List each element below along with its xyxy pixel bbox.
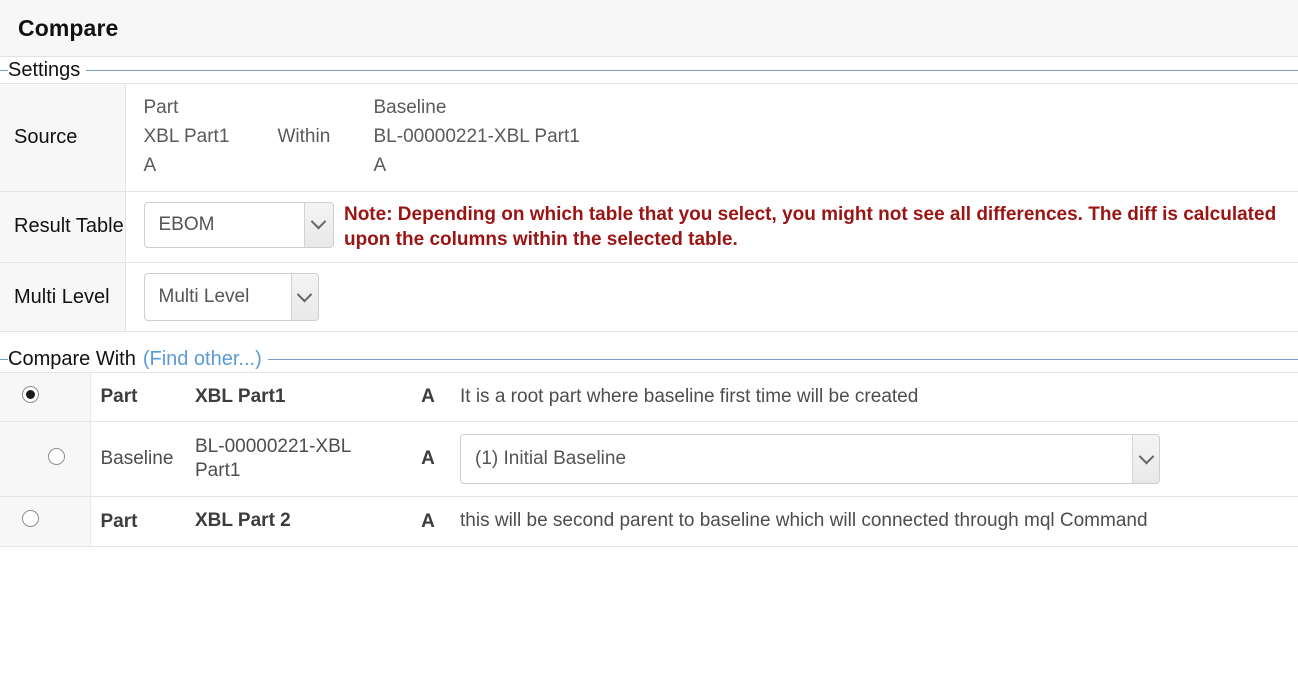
result-table-select[interactable]: EBOM xyxy=(144,202,334,248)
compare-with-legend-label: Compare With xyxy=(8,348,136,371)
row-type: Part xyxy=(90,497,195,546)
source-value-cell: Part XBL Part1 A Within Baseline BL-0000… xyxy=(125,84,1298,192)
group-spacer xyxy=(0,332,1298,346)
source-left-name: XBL Part1 xyxy=(144,123,274,152)
settings-row-multi-level: Multi Level Multi Level xyxy=(0,263,1298,332)
source-right-revision: A xyxy=(374,152,580,181)
compare-with-radio-1[interactable] xyxy=(48,448,65,465)
source-left-type: Part xyxy=(144,94,274,123)
chevron-down-icon xyxy=(297,287,313,303)
compare-with-radio-cell[interactable] xyxy=(0,497,90,546)
source-left-revision: A xyxy=(144,152,274,181)
table-row[interactable]: Part XBL Part1 A It is a root part where… xyxy=(0,373,1298,422)
compare-with-radio-2[interactable] xyxy=(22,510,39,527)
baseline-select[interactable]: (1) Initial Baseline xyxy=(460,434,1160,484)
table-row[interactable]: Baseline BL-00000221-XBL Part1 A (1) Ini… xyxy=(0,422,1298,497)
settings-legend-label: Settings xyxy=(8,59,80,82)
compare-with-radio-cell[interactable] xyxy=(0,373,90,422)
settings-table: Source Part XBL Part1 A Within Baseline … xyxy=(0,83,1298,332)
compare-with-radio-cell[interactable] xyxy=(0,422,90,497)
settings-row-source: Source Part XBL Part1 A Within Baseline … xyxy=(0,84,1298,192)
result-table-note: Note: Depending on which table that you … xyxy=(334,202,1298,253)
settings-row-result-table: Result Table EBOM Note: Depending on whi… xyxy=(0,191,1298,263)
source-right-name: BL-00000221-XBL Part1 xyxy=(374,123,580,152)
row-revision: A xyxy=(410,373,446,422)
source-right-type: Baseline xyxy=(374,94,580,123)
table-row[interactable]: Part XBL Part 2 A this will be second pa… xyxy=(0,497,1298,546)
row-name: XBL Part1 xyxy=(195,373,410,422)
source-relation: Within xyxy=(274,123,374,152)
row-type: Baseline xyxy=(90,422,195,497)
source-label: Source xyxy=(0,84,125,192)
multi-level-value-cell: Multi Level xyxy=(125,263,1298,332)
result-table-value-cell: EBOM Note: Depending on which table that… xyxy=(125,191,1298,263)
compare-with-legend-rule xyxy=(268,359,1298,360)
baseline-select-arrow[interactable] xyxy=(1132,435,1159,483)
result-table-select-arrow[interactable] xyxy=(304,203,333,247)
result-table-label: Result Table xyxy=(0,191,125,263)
settings-legend: Settings xyxy=(0,57,1298,83)
compare-with-radio-0[interactable] xyxy=(22,386,39,403)
chevron-down-icon xyxy=(1138,449,1154,465)
page-header: Compare xyxy=(0,0,1298,57)
settings-group: Settings Source Part XBL Part1 A Within xyxy=(0,57,1298,332)
multi-level-label: Multi Level xyxy=(0,263,125,332)
row-name: XBL Part 2 xyxy=(195,497,410,546)
result-table-select-value: EBOM xyxy=(159,203,297,247)
chevron-down-icon xyxy=(311,214,327,230)
multi-level-select-arrow[interactable] xyxy=(291,274,318,320)
row-revision: A xyxy=(410,497,446,546)
find-other-link[interactable]: (Find other...) xyxy=(143,348,262,371)
compare-with-table: Part XBL Part1 A It is a root part where… xyxy=(0,372,1298,547)
source-value: Part XBL Part1 A Within Baseline BL-0000… xyxy=(144,94,1298,181)
baseline-select-value: (1) Initial Baseline xyxy=(475,435,1123,483)
row-description: this will be second parent to baseline w… xyxy=(446,497,1298,546)
row-baseline-select-cell: (1) Initial Baseline xyxy=(446,422,1298,497)
compare-with-group: Compare With (Find other...) Part XBL Pa… xyxy=(0,346,1298,547)
row-revision: A xyxy=(410,422,446,497)
compare-with-legend: Compare With (Find other...) xyxy=(0,346,1298,372)
source-left-object: Part XBL Part1 A xyxy=(144,94,274,181)
multi-level-select-value: Multi Level xyxy=(159,274,282,320)
row-name: BL-00000221-XBL Part1 xyxy=(195,422,410,497)
row-description: It is a root part where baseline first t… xyxy=(446,373,1298,422)
row-type: Part xyxy=(90,373,195,422)
multi-level-select[interactable]: Multi Level xyxy=(144,273,319,321)
source-right-object: Baseline BL-00000221-XBL Part1 A xyxy=(374,94,580,181)
settings-legend-rule xyxy=(86,70,1298,71)
page-title: Compare xyxy=(18,15,118,42)
